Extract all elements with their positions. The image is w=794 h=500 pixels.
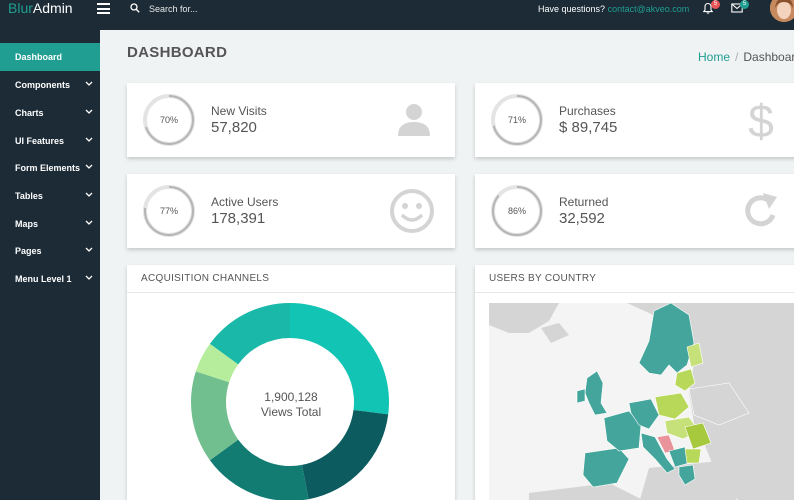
sidebar-item-label: UI Features (15, 136, 65, 146)
stat-card-returned: 86% Returned 32,592 (475, 174, 794, 248)
refresh-icon (745, 193, 777, 227)
progress-percent: 86% (507, 206, 526, 216)
chevron-down-icon (85, 109, 93, 114)
sidebar-item-components[interactable]: Components (0, 71, 100, 99)
search-icon (130, 3, 140, 13)
stat-card-new-visits: 70% New Visits 57,820 (127, 83, 455, 157)
stat-label: New Visits (211, 104, 267, 118)
smiley-icon (390, 189, 434, 233)
progress-percent: 77% (159, 206, 178, 216)
sidebar-item-label: Charts (15, 108, 44, 118)
contact-info: Have questions? contact@akveo.com (538, 4, 689, 14)
stat-label: Returned (559, 195, 609, 209)
app-logo[interactable]: BlurAdmin (8, 0, 73, 17)
stat-card-active-users: 77% Active Users 178,391 (127, 174, 455, 248)
top-bar: BlurAdmin Have questions? contact@akveo.… (0, 0, 794, 30)
donut-total-value: 1,900,128 (264, 390, 318, 404)
chevron-down-icon (85, 81, 93, 86)
sidebar-item-tables[interactable]: Tables (0, 182, 100, 210)
sidebar: Dashboard Components Charts UI Features … (0, 30, 100, 500)
sidebar-item-label: Pages (15, 246, 42, 256)
stat-card-purchases: 71% Purchases $ 89,745 $ (475, 83, 794, 157)
chevron-down-icon (85, 192, 93, 197)
questions-label: Have questions? (538, 4, 606, 14)
stat-value: $ 89,745 (559, 119, 618, 136)
progress-percent: 71% (507, 115, 526, 125)
avatar[interactable] (770, 0, 794, 22)
menu-toggle-icon[interactable] (97, 3, 110, 14)
chevron-down-icon (85, 247, 93, 252)
sidebar-item-maps[interactable]: Maps (0, 210, 100, 238)
dollar-icon: $ (748, 95, 774, 145)
sidebar-item-menu-level-1[interactable]: Menu Level 1 (0, 265, 100, 293)
progress-percent: 70% (159, 115, 178, 125)
user-icon (398, 104, 430, 136)
messages-badge: 5 (740, 0, 749, 9)
sidebar-item-form-elements[interactable]: Form Elements (0, 154, 100, 182)
sidebar-item-label: Dashboard (15, 52, 63, 62)
notifications-badge: 5 (711, 0, 720, 9)
panel-title: ACQUISITION CHANNELS (141, 273, 270, 284)
sidebar-item-ui-features[interactable]: UI Features (0, 127, 100, 155)
chevron-down-icon (85, 220, 93, 225)
acquisition-channels-panel: ACQUISITION CHANNELS (127, 265, 455, 500)
stat-label: Purchases (559, 104, 616, 118)
users-by-country-panel: USERS BY COUNTRY (475, 265, 794, 500)
page-title: DASHBOARD (127, 44, 228, 61)
sidebar-item-label: Components (15, 80, 70, 90)
panel-header: USERS BY COUNTRY (475, 265, 794, 293)
stat-label: Active Users (211, 195, 279, 209)
chevron-down-icon (85, 137, 93, 142)
sidebar-item-label: Tables (15, 191, 43, 201)
sidebar-item-charts[interactable]: Charts (0, 99, 100, 127)
sidebar-item-label: Menu Level 1 (15, 274, 72, 284)
search-input[interactable] (149, 2, 309, 16)
panel-title: USERS BY COUNTRY (489, 273, 597, 284)
breadcrumb-home-link[interactable]: Home (698, 50, 730, 64)
sidebar-item-pages[interactable]: Pages (0, 237, 100, 265)
donut-total-label: Views Total (260, 405, 322, 419)
chevron-down-icon (85, 164, 93, 169)
contact-email-link[interactable]: contact@akveo.com (608, 4, 690, 14)
breadcrumb-current: Dashboard (743, 50, 794, 64)
sidebar-item-label: Maps (15, 219, 39, 229)
stat-value: 57,820 (211, 119, 257, 136)
svg-text:$: $ (748, 95, 774, 145)
europe-map (489, 303, 794, 500)
breadcrumb: Home / Dashboard (698, 50, 794, 64)
panel-header: ACQUISITION CHANNELS (127, 265, 455, 293)
chevron-down-icon (85, 275, 93, 280)
breadcrumb-separator: / (735, 50, 739, 64)
stat-value: 32,592 (559, 210, 605, 227)
stat-value: 178,391 (211, 210, 266, 227)
donut-segment[interactable] (301, 410, 389, 500)
sidebar-item-label: Form Elements (15, 163, 81, 173)
sidebar-item-dashboard[interactable]: Dashboard (0, 43, 100, 71)
